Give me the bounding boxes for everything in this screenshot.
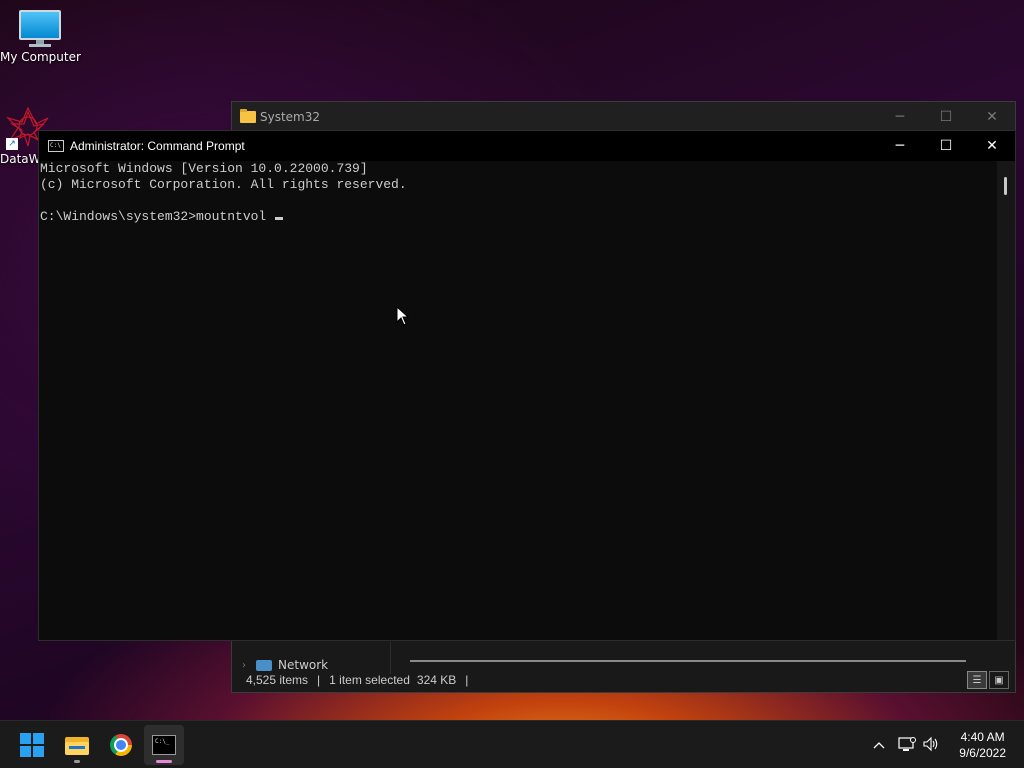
cmd-titlebar[interactable]: C:\ Administrator: Command Prompt ─ ☐ ✕: [39, 131, 1015, 161]
explorer-title: System32: [260, 110, 321, 124]
chrome-icon: [110, 734, 132, 756]
cmd-title: Administrator: Command Prompt: [70, 139, 245, 153]
monitor-icon: [19, 10, 61, 48]
command-prompt-window[interactable]: C:\ Administrator: Command Prompt ─ ☐ ✕ …: [38, 130, 1016, 641]
status-bar: 4,525 items | 1 item selected 324 KB | ☰…: [232, 668, 1015, 692]
status-item-count: 4,525 items: [246, 673, 309, 687]
clock-time: 4:40 AM: [960, 730, 1005, 744]
console-output[interactable]: Microsoft Windows [Version 10.0.22000.73…: [39, 161, 997, 640]
system-tray: [870, 721, 940, 768]
desktop-icon-label: My Computer: [0, 50, 81, 64]
minimize-button[interactable]: ─: [877, 131, 923, 161]
volume-icon[interactable]: [922, 736, 940, 755]
taskbar-file-explorer[interactable]: [57, 725, 97, 765]
file-explorer-icon: [65, 735, 89, 755]
close-button[interactable]: ✕: [969, 131, 1015, 161]
minimize-button[interactable]: ─: [877, 102, 923, 132]
clock[interactable]: 4:40 AM 9/6/2022: [959, 729, 1006, 761]
vertical-scrollbar[interactable]: [997, 161, 1015, 640]
large-icons-view-button[interactable]: ▣: [989, 671, 1009, 689]
network-status-icon[interactable]: [898, 736, 916, 755]
maximize-button[interactable]: ☐: [923, 102, 969, 132]
taskbar-chrome[interactable]: [101, 725, 141, 765]
taskbar: C:\_ 4:40 AM 9/6/2022: [0, 720, 1024, 768]
text-cursor: [275, 217, 284, 220]
close-button[interactable]: ✕: [969, 102, 1015, 132]
clock-date: 9/6/2022: [959, 746, 1006, 760]
folder-icon: [240, 109, 256, 123]
maximize-button[interactable]: ☐: [923, 131, 969, 161]
details-view-button[interactable]: ☰: [967, 671, 987, 689]
windows-start-icon: [20, 733, 44, 757]
explorer-titlebar[interactable]: System32 ─ ☐ ✕: [232, 102, 1015, 132]
console-line: Microsoft Windows [Version 10.0.22000.73…: [40, 161, 368, 176]
scrollbar-thumb[interactable]: [1004, 177, 1007, 195]
status-size: 324 KB: [416, 673, 457, 687]
console-prompt: C:\Windows\system32>moutntvol: [40, 209, 275, 224]
horizontal-scrollbar[interactable]: [410, 660, 966, 662]
console-line: (c) Microsoft Corporation. All rights re…: [40, 177, 407, 192]
start-button[interactable]: [12, 725, 52, 765]
show-hidden-icons-chevron-icon[interactable]: [870, 737, 888, 753]
desktop-icon-my-computer[interactable]: My Computer: [0, 10, 81, 64]
console-input-line[interactable]: C:\Windows\system32>moutntvol: [40, 209, 997, 225]
command-prompt-icon: C:\: [48, 140, 64, 152]
mouse-pointer-icon: [396, 306, 410, 326]
status-selection: 1 item selected: [329, 673, 410, 687]
taskbar-command-prompt[interactable]: C:\_: [144, 725, 184, 765]
command-prompt-icon: C:\_: [152, 735, 176, 755]
